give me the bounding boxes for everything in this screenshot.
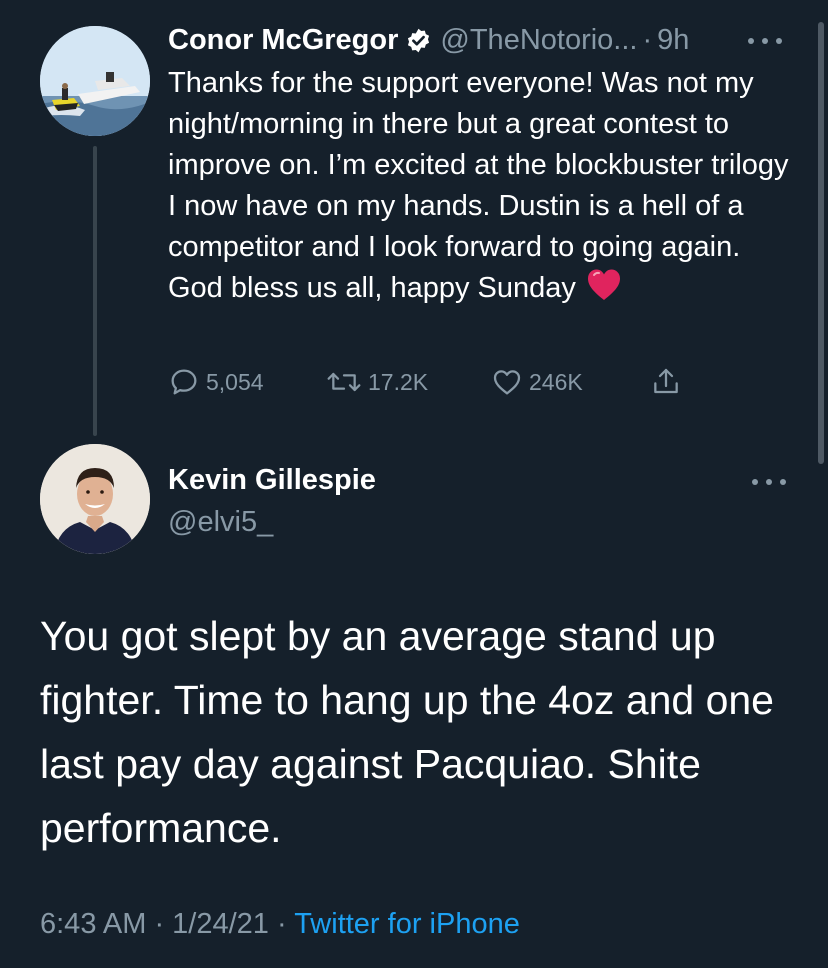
- parent-tweet-header: Conor McGregor @TheNotorio... · 9h: [168, 20, 788, 60]
- more-options-icon[interactable]: [748, 29, 782, 53]
- share-button[interactable]: [650, 362, 688, 402]
- verified-badge-icon: [405, 27, 432, 54]
- avatar[interactable]: [40, 26, 150, 136]
- reply-icon: [171, 369, 197, 395]
- jetski-photo-icon: [40, 26, 150, 136]
- heart-icon: [493, 370, 521, 395]
- retweet-count: 17.2K: [368, 368, 429, 395]
- share-icon: [654, 368, 678, 394]
- tweet-timestamp: 6:43 AM · 1/24/21 ·: [40, 908, 295, 940]
- tweet-body: Thanks for the support everyone! Was not…: [168, 67, 789, 304]
- thread-connector-line: [93, 146, 97, 436]
- reply-count: 5,054: [206, 368, 264, 395]
- tweet-thread-view: Conor McGregor @TheNotorio... · 9h Thank…: [0, 0, 828, 968]
- red-heart-emoji: [586, 268, 622, 302]
- scrollbar[interactable]: [818, 22, 824, 464]
- more-options-icon[interactable]: [752, 470, 786, 494]
- parent-tweet-text: Thanks for the support everyone! Was not…: [168, 63, 798, 309]
- avatar[interactable]: [40, 444, 150, 554]
- parent-tweet[interactable]: Conor McGregor @TheNotorio... · 9h Thank…: [0, 0, 828, 440]
- reply-tweet-text: You got slept by an average stand up fig…: [40, 613, 774, 851]
- profile-photo-icon: [40, 444, 150, 554]
- tweet-actions: 5,054 17.2K 246K: [168, 362, 708, 402]
- author-handle[interactable]: @TheNotorio...: [440, 20, 637, 60]
- tweet-time[interactable]: 9h: [657, 20, 689, 60]
- header-separator: ·: [642, 24, 653, 56]
- reply-author-handle[interactable]: @elvi5_: [168, 502, 273, 542]
- retweet-button[interactable]: 17.2K: [326, 362, 428, 402]
- author-name[interactable]: Conor McGregor: [168, 20, 398, 60]
- tweet-source-link[interactable]: Twitter for iPhone: [294, 908, 520, 940]
- like-button[interactable]: 246K: [491, 362, 583, 402]
- reply-button[interactable]: 5,054: [168, 362, 264, 402]
- like-count: 246K: [529, 368, 583, 395]
- tweet-metadata: 6:43 AM · 1/24/21 · Twitter for iPhone: [40, 902, 520, 946]
- reply-author-name[interactable]: Kevin Gillespie: [168, 460, 376, 500]
- retweet-icon: [327, 372, 361, 392]
